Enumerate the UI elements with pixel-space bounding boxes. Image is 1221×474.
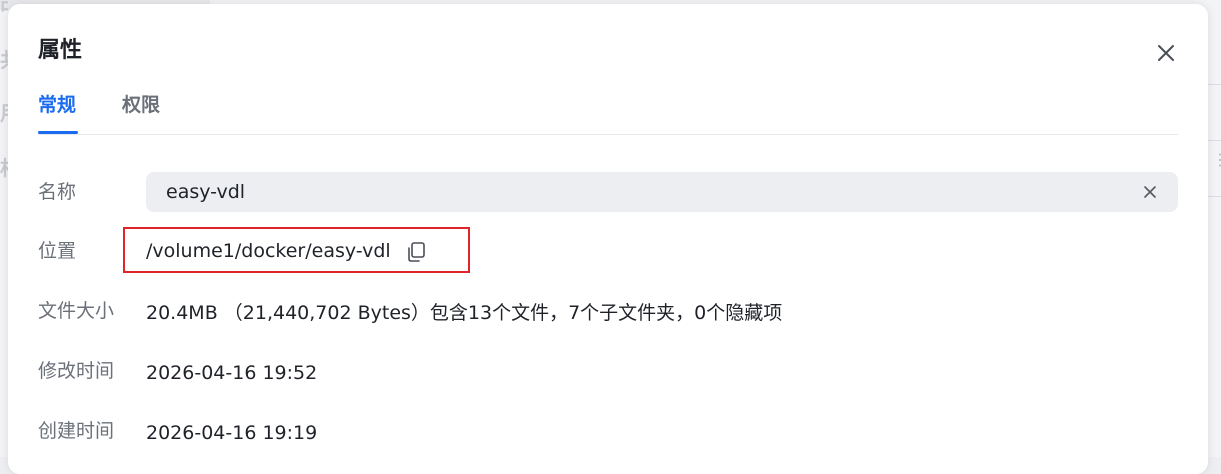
location-label: 位置 <box>38 240 77 262</box>
background-char: 共 <box>0 44 8 73</box>
tab-general[interactable]: 常规 <box>38 90 76 120</box>
name-field <box>146 172 1178 212</box>
clear-icon <box>1144 186 1156 198</box>
tab-bar: 常规 权限 <box>38 90 1178 135</box>
background-char: 中 <box>0 0 8 21</box>
size-label: 文件大小 <box>38 300 115 322</box>
clear-button[interactable] <box>1140 182 1160 202</box>
copy-button[interactable] <box>404 240 428 264</box>
properties-dialog: 属性 常规 权限 名称 位置 /volume1/docker/easy-vdl … <box>8 4 1208 474</box>
location-value: /volume1/docker/easy-vdl <box>146 240 391 262</box>
modified-label: 修改时间 <box>38 360 115 382</box>
name-label: 名称 <box>38 181 77 203</box>
close-button[interactable] <box>1151 38 1181 68</box>
modified-value: 2026-04-16 19:52 <box>146 362 318 384</box>
background-char: 用 <box>0 97 8 126</box>
dialog-title: 属性 <box>38 38 83 63</box>
background-char: 相 <box>0 152 8 181</box>
created-value: 2026-04-16 19:19 <box>146 422 318 444</box>
size-value: 20.4MB （21,440,702 Bytes）包含13个文件，7个子文件夹，… <box>146 302 783 324</box>
close-icon <box>1158 45 1174 61</box>
copy-icon <box>408 242 425 262</box>
background-more-icon: ⋮ <box>1212 150 1221 169</box>
created-label: 创建时间 <box>38 420 115 442</box>
name-input[interactable] <box>146 172 1126 212</box>
tab-permissions[interactable]: 权限 <box>122 90 160 120</box>
tab-active-indicator <box>38 131 78 134</box>
